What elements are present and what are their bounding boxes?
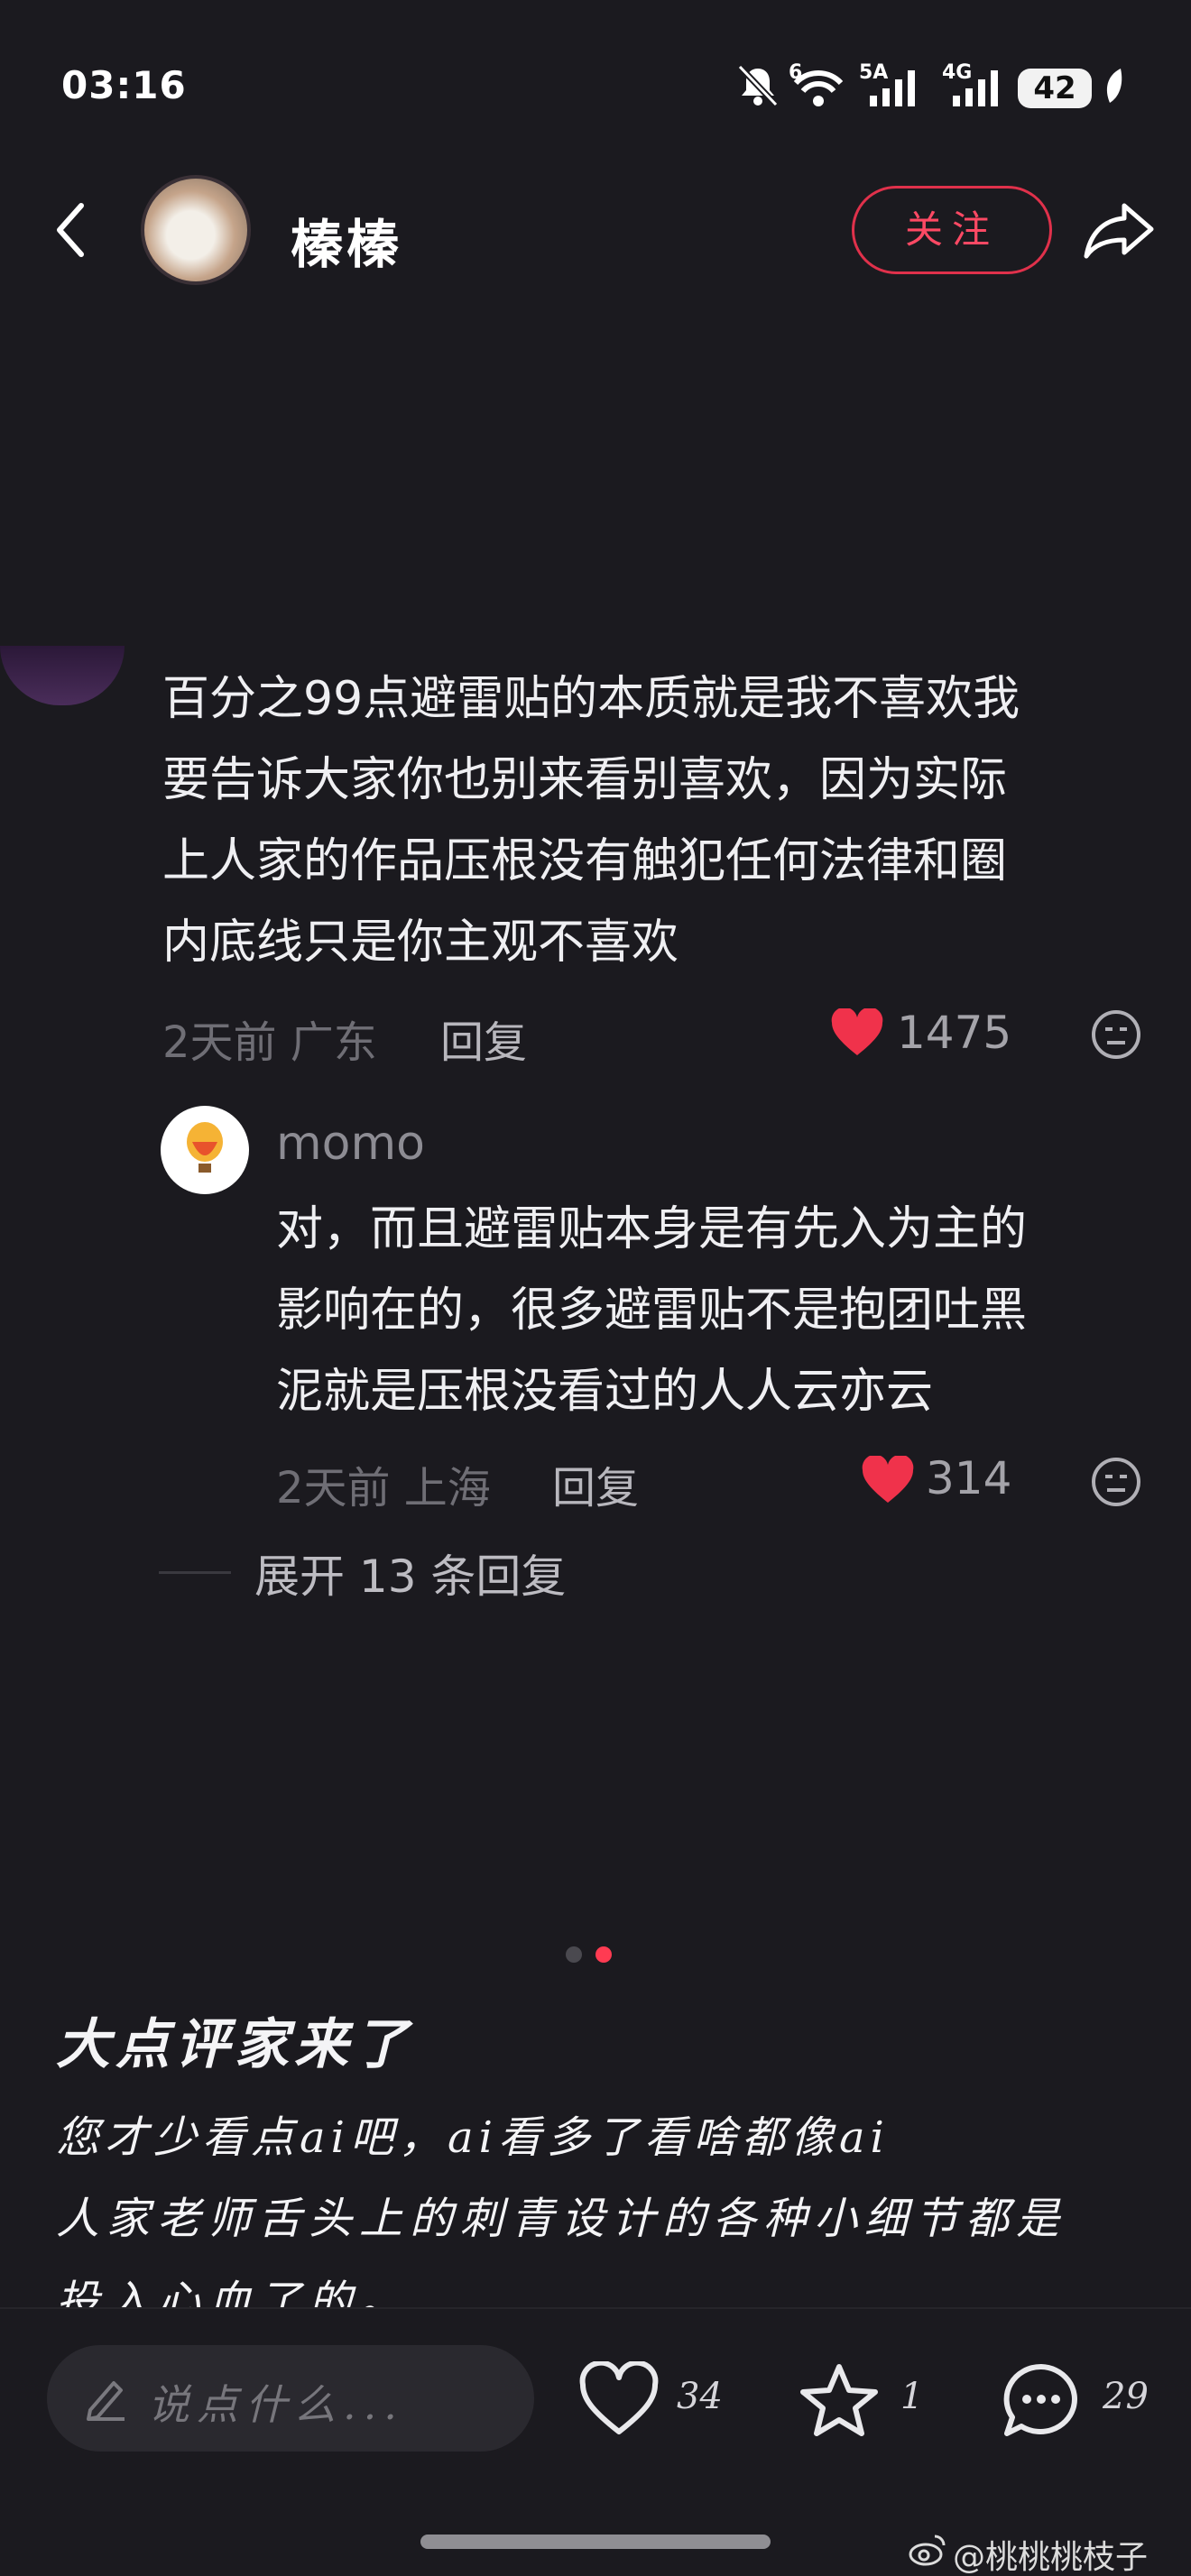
comment-input-placeholder[interactable]: 说点什么... [148,2372,404,2432]
comment-line: 要告诉大家你也别来看别喜欢，因为实际 [162,753,1008,807]
comment-body: 百分之99点避雷贴的本质就是我不喜欢我 要告诉大家你也别来看别喜欢，因为实际 上… [162,658,1155,983]
expand-replies-button[interactable]: 展开 13 条回复 [254,1541,566,1605]
signal-icon [870,70,915,106]
dislike-face-icon[interactable] [1090,1008,1142,1061]
favorite-count: 1 [900,2376,924,2417]
post-line: 人家老师舌头上的刺青设计的各种小细节都是 [56,2194,1067,2244]
heart-filled-icon[interactable] [861,1456,915,1504]
post-title: 大点评家来了 [56,2013,413,2076]
star-icon[interactable] [798,2361,881,2437]
comment-line: 上人家的作品压根没有触犯任何法律和圈 [162,834,1008,888]
comment-bubble-icon[interactable] [1000,2361,1083,2437]
pager-dot[interactable] [566,1946,582,1963]
leaf-icon [1106,69,1122,103]
reply-time-location: 2天前 上海 [276,1463,491,1513]
username[interactable]: 榛榛 [291,202,402,278]
wifi-icon [793,70,844,106]
comment-reply-button[interactable]: 回复 [440,1007,527,1070]
reply-avatar[interactable] [161,1106,249,1194]
like-heart-icon[interactable] [577,2361,660,2437]
reply-body: 对，而且避雷贴本身是有先入为主的 影响在的，很多避雷贴不是抱团吐黑 泥就是压根没… [276,1189,1142,1432]
home-indicator[interactable] [420,2535,771,2549]
share-icon[interactable] [1083,200,1155,260]
reply-line: 影响在的，很多避雷贴不是抱团吐黑 [276,1283,1028,1338]
mute-bell-icon [737,64,779,107]
balloon-icon [187,1122,223,1173]
comment-line: 百分之99点避雷贴的本质就是我不喜欢我 [162,672,1020,726]
battery-indicator: 42 [1018,69,1092,108]
reply-like-count: 314 [926,1452,1012,1504]
heart-filled-icon[interactable] [830,1008,884,1057]
weibo-icon [909,2535,946,2566]
watermark: @桃桃桃枝子 [953,2539,1149,2576]
expand-divider [159,1571,231,1574]
back-arrow-icon[interactable] [52,198,88,262]
comment-like-count: 1475 [897,1007,1012,1059]
comment-line: 内底线只是你主观不喜欢 [162,915,679,970]
like-count: 34 [677,2376,723,2417]
user-avatar[interactable] [141,175,251,285]
status-time: 03:16 [61,63,187,107]
reply-username[interactable]: momo [276,1117,425,1171]
commenter-avatar[interactable] [0,646,125,705]
pager-dot-active[interactable] [596,1946,612,1963]
reply-line: 对，而且避雷贴本身是有先入为主的 [276,1202,1028,1256]
signal-icon-2 [953,70,998,106]
follow-button[interactable]: 关注 [852,186,1052,274]
reply-reply-button[interactable]: 回复 [552,1452,639,1515]
pencil-icon [87,2381,125,2421]
reply-line: 泥就是压根没看过的人人云亦云 [276,1365,934,1419]
post-line: 投入心血了的。 [56,2277,411,2307]
comment-count: 29 [1103,2376,1149,2417]
post-line: 您才少看点ai吧，ai看多了看啥都像ai [56,2112,890,2163]
dislike-face-icon[interactable] [1090,1456,1142,1508]
comment-time-location: 2天前 广东 [162,1017,377,1068]
